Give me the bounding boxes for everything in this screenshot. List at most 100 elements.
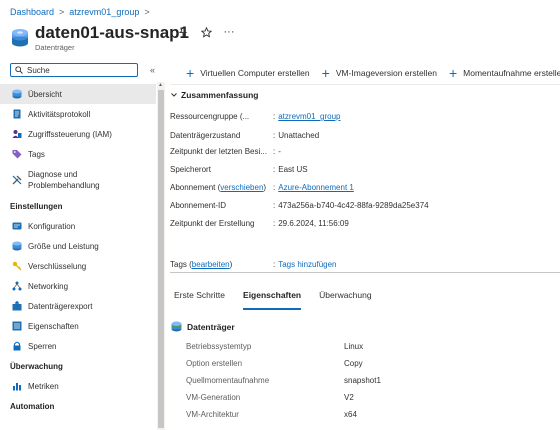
toolbar-divider: [170, 84, 560, 85]
essentials-label: Zeitpunkt der Erstellung: [170, 219, 255, 228]
sidebar-item-iam[interactable]: Zugriffssteuerung (IAM): [0, 124, 156, 144]
header-actions: ···: [177, 26, 235, 38]
sidebar-item-networking[interactable]: Networking: [0, 276, 156, 296]
sidebar-item-label: Konfiguration: [28, 221, 76, 231]
property-value: Linux: [344, 342, 364, 351]
property-row: Betriebssystemtyp Linux: [186, 342, 556, 351]
star-icon[interactable]: [200, 26, 212, 38]
tags-edit-link[interactable]: bearbeiten: [192, 260, 230, 269]
breadcrumb: Dashboard > atzrevm01_group >: [10, 6, 150, 18]
property-value: x64: [344, 410, 357, 419]
essentials-title: Zusammenfassung: [181, 90, 259, 100]
sidebar-item-label: Datenträgerexport: [28, 301, 93, 311]
disk-icon: [11, 28, 29, 48]
page-subtitle: Datenträger: [35, 43, 75, 52]
essentials-row-tags: Tags (bearbeiten) : Tags hinzufügen: [170, 260, 337, 269]
resource-group-link[interactable]: atzrevm01_group: [278, 112, 340, 121]
property-label: VM-Generation: [186, 393, 241, 402]
sidebar-item-label: Networking: [28, 281, 69, 291]
created-value: 29.6.2024, 11:56:09: [278, 219, 349, 228]
metrics-icon: [12, 381, 22, 391]
subscription-move-link[interactable]: verschieben: [220, 183, 263, 192]
property-row: VM-Generation V2: [186, 393, 556, 402]
property-value: Copy: [344, 359, 363, 368]
tab-list: Erste Schritte Eigenschaften Überwachung: [174, 290, 390, 310]
key-icon: [12, 261, 22, 271]
sidebar-item-label: Größe und Leistung: [28, 241, 99, 251]
search-icon: [15, 66, 23, 74]
essentials-label: Speicherort: [170, 165, 211, 174]
sidebar-item-size-performance[interactable]: Größe und Leistung: [0, 236, 156, 256]
tab-properties[interactable]: Eigenschaften: [243, 290, 310, 310]
create-snapshot-button[interactable]: + Momentaufnahme erstellen: [441, 65, 560, 81]
create-vm-button[interactable]: + Virtuellen Computer erstellen: [178, 65, 314, 81]
plus-icon: +: [448, 65, 458, 81]
subscription-id-value: 473a256a-b740-4c42-88fa-9289da25e374: [278, 201, 429, 210]
create-image-version-button[interactable]: + VM-Imageversion erstellen: [314, 66, 441, 80]
sidebar-item-tags[interactable]: Tags: [0, 144, 156, 164]
section-settings: Einstellungen: [10, 201, 63, 211]
page-title: daten01-aus-snap1: [35, 23, 189, 42]
sidebar-item-activity-log[interactable]: Aktivitätsprotokoll: [0, 104, 156, 124]
essentials-label: Datenträgerzustand: [170, 131, 241, 140]
tag-icon: [12, 149, 22, 159]
tab-monitoring[interactable]: Überwachung: [319, 290, 380, 310]
essentials-row-subscription-id: Abonnement-ID :473a256a-b740-4c42-88fa-9…: [170, 201, 429, 210]
subscription-link[interactable]: Azure-Abonnement 1: [278, 183, 354, 192]
breadcrumb-resource-group[interactable]: atzrevm01_group: [69, 7, 139, 17]
create-snapshot-label: Momentaufnahme erstellen: [463, 68, 560, 78]
property-value: V2: [344, 393, 354, 402]
sidebar-item-label: Diagnose und Problembehandlung: [28, 170, 100, 190]
collapse-sidebar-icon[interactable]: «: [150, 65, 155, 75]
create-vm-label: Virtuellen Computer erstellen: [200, 68, 310, 78]
property-label: Option erstellen: [186, 359, 243, 368]
lock-icon: [12, 341, 22, 351]
sidebar-item-label: Sperren: [28, 341, 57, 351]
breadcrumb-dashboard[interactable]: Dashboard: [10, 7, 54, 17]
export-icon: [12, 301, 22, 311]
sidebar-item-locks[interactable]: Sperren: [0, 336, 156, 356]
essentials-label: Zeitpunkt der letzten Besi...: [170, 147, 267, 156]
sidebar-item-configuration[interactable]: Konfiguration: [0, 216, 156, 236]
sidebar-item-label: Übersicht: [28, 89, 62, 99]
properties-icon: [12, 321, 22, 331]
property-row: Option erstellen Copy: [186, 359, 556, 368]
last-ownership-value: -: [278, 147, 281, 156]
chevron-right-icon: >: [144, 7, 150, 17]
essentials-label: Abonnement-ID: [170, 201, 227, 210]
plus-icon: +: [186, 65, 195, 81]
property-row: Quellmomentaufnahme snapshot1: [186, 376, 556, 385]
sidebar-item-label: Zugriffssteuerung (IAM): [28, 129, 112, 139]
sidebar-scrollbar-thumb[interactable]: [158, 90, 164, 428]
essentials-label: Ressourcengruppe (...: [170, 112, 250, 121]
disk-state-value: Unattached: [278, 131, 320, 140]
command-bar: + Virtuellen Computer erstellen + VM-Ima…: [178, 60, 560, 86]
property-label: Quellmomentaufnahme: [186, 376, 270, 385]
scroll-up-icon[interactable]: ▲: [158, 82, 163, 88]
sidebar-item-metrics[interactable]: Metriken: [0, 376, 156, 396]
essentials-row-location: Speicherort : East US: [170, 165, 308, 174]
sidebar: Suche « Übersicht Aktivitätsprotokoll Zu…: [0, 60, 166, 430]
essentials-toggle[interactable]: Zusammenfassung: [170, 90, 258, 100]
essentials-row-created: Zeitpunkt der Erstellung :29.6.2024, 11:…: [170, 219, 349, 228]
sidebar-item-diagnose[interactable]: Diagnose und Problembehandlung: [0, 164, 156, 196]
networking-icon: [12, 281, 22, 291]
essentials-row-last-ownership: Zeitpunkt der letzten Besi... :-: [170, 147, 281, 156]
more-options-icon[interactable]: ···: [223, 26, 235, 38]
pin-icon[interactable]: [177, 26, 189, 38]
configuration-icon: [12, 221, 22, 231]
tags-add-link[interactable]: Tags hinzufügen: [278, 260, 336, 269]
essentials-label: Abonnement: [170, 183, 216, 192]
location-value: East US: [278, 165, 308, 174]
sidebar-item-label: Verschlüsselung: [28, 261, 87, 271]
create-image-version-label: VM-Imageversion erstellen: [335, 68, 437, 78]
sidebar-scrollbar[interactable]: ▲: [157, 82, 165, 430]
property-row: VM-Architektur x64: [186, 410, 556, 419]
sidebar-item-properties[interactable]: Eigenschaften: [0, 316, 156, 336]
search-input[interactable]: Suche: [10, 63, 138, 77]
tab-getting-started[interactable]: Erste Schritte: [174, 290, 234, 310]
sidebar-item-disk-export[interactable]: Datenträgerexport: [0, 296, 156, 316]
essentials-row-disk-state: Datenträgerzustand : Unattached: [170, 131, 320, 140]
sidebar-item-overview[interactable]: Übersicht: [0, 84, 156, 104]
sidebar-item-encryption[interactable]: Verschlüsselung: [0, 256, 156, 276]
